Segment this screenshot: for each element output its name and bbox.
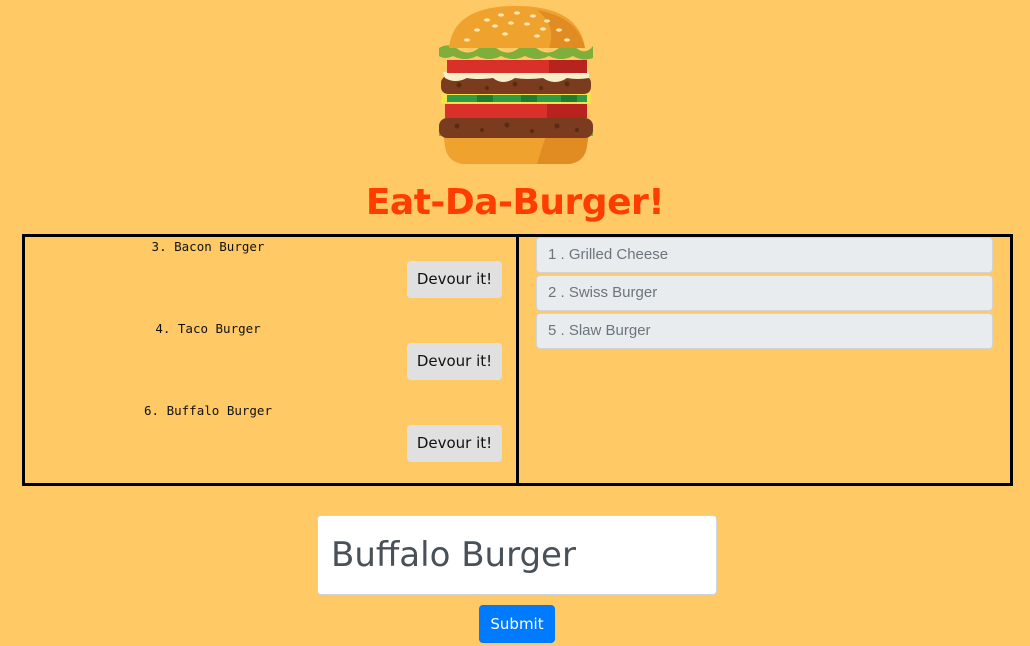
burger-item: 6. Buffalo Burger Devour it! (25, 401, 516, 483)
devoured-list: 1 . Grilled Cheese 2 . Swiss Burger 5 . … (536, 237, 993, 351)
burger-item: 4. Taco Burger Devour it! (25, 319, 516, 401)
devoured-list-item: 1 . Grilled Cheese (536, 237, 993, 273)
page-title: Eat-Da-Burger! (365, 182, 665, 223)
devour-button[interactable]: Devour it! (407, 343, 502, 380)
burger-name: 6. Buffalo Burger (144, 403, 272, 418)
devoured-panel: 1 . Grilled Cheese 2 . Swiss Burger 5 . … (516, 234, 1013, 486)
burger-name-input[interactable] (317, 515, 717, 595)
devoured-list-item: 5 . Slaw Burger (536, 313, 993, 349)
burger-name: 4. Taco Burger (155, 321, 261, 336)
burger-item: 3. Bacon Burger Devour it! (25, 237, 516, 319)
burger-icon (439, 6, 593, 164)
devour-button[interactable]: Devour it! (407, 261, 502, 298)
submit-button[interactable]: Submit (479, 605, 555, 643)
burger-name: 3. Bacon Burger (151, 239, 265, 254)
devour-button[interactable]: Devour it! (407, 425, 502, 462)
not-devoured-panel: 3. Bacon Burger Devour it! 4. Taco Burge… (22, 234, 519, 486)
devoured-list-item: 2 . Swiss Burger (536, 275, 993, 311)
